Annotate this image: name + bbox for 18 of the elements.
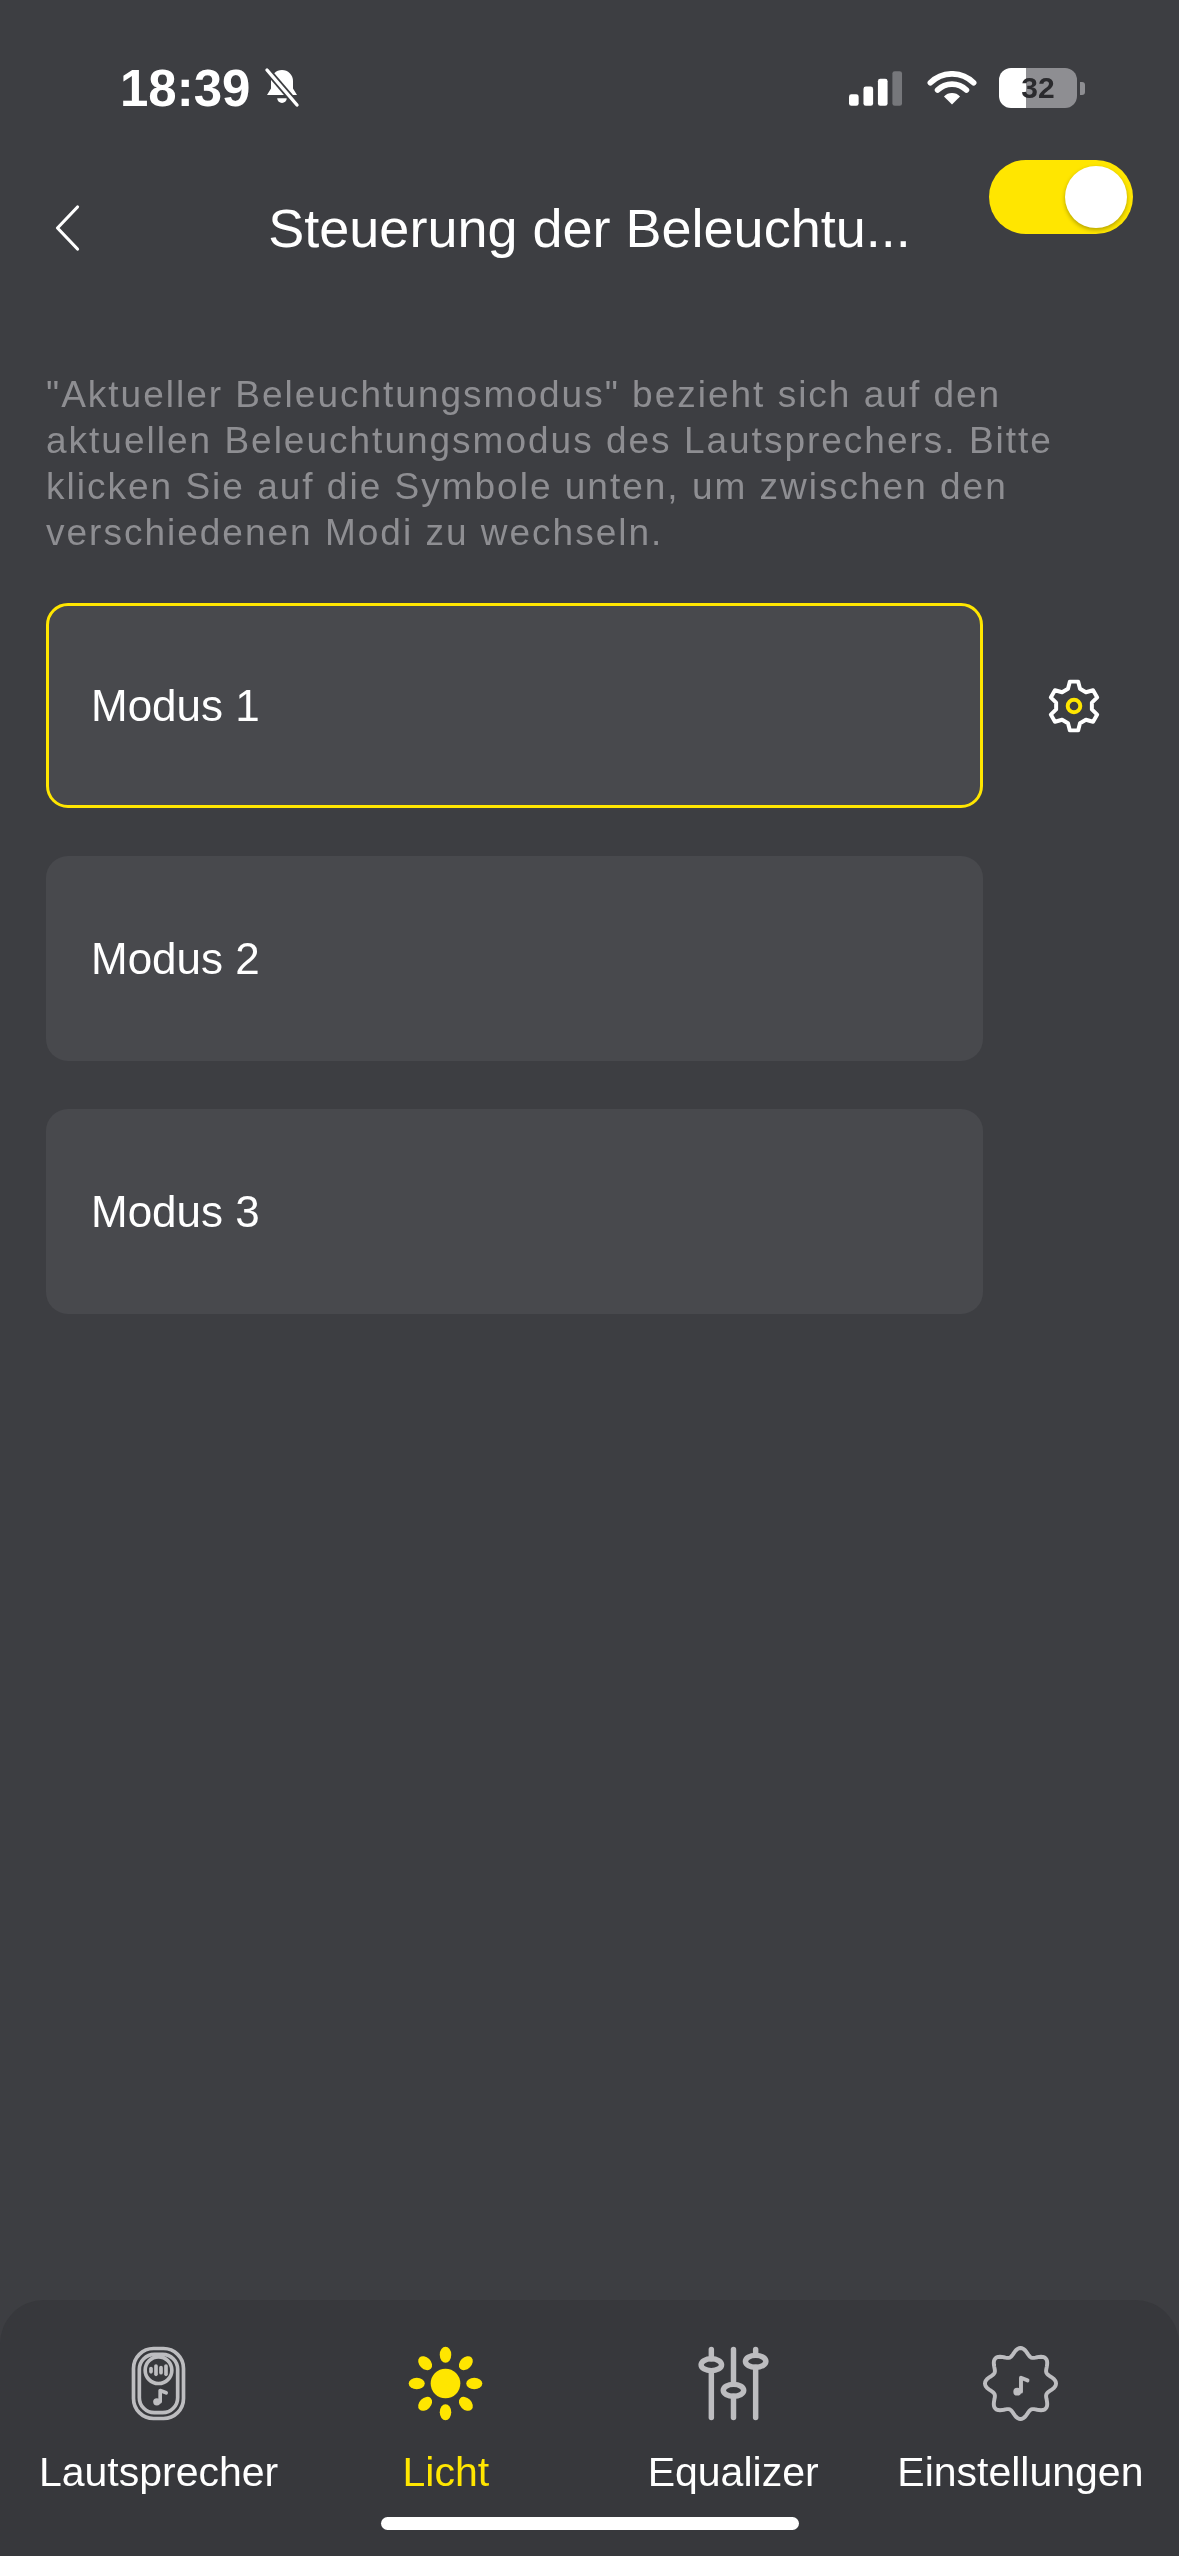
mode-card[interactable]: Modus 1 xyxy=(46,603,983,808)
bell-slash-icon xyxy=(264,67,301,109)
status-time: 18:39 xyxy=(120,58,251,118)
tab-button[interactable]: Lautsprecher xyxy=(15,2346,303,2494)
signal-icon xyxy=(849,70,903,106)
page-title: Steuerung der Beleuchtu... xyxy=(268,197,911,259)
sun-icon xyxy=(408,2346,484,2421)
tab-button[interactable]: Licht xyxy=(302,2346,590,2494)
gear-icon[interactable] xyxy=(1046,677,1102,734)
equalizer-sliders-icon xyxy=(695,2346,771,2421)
wifi-icon xyxy=(927,71,977,105)
music-note-badge-icon xyxy=(982,2346,1058,2421)
back-chevron-icon[interactable] xyxy=(54,204,81,252)
mode-card[interactable]: Modus 2 xyxy=(46,856,983,1061)
tab-button[interactable]: Equalizer xyxy=(589,2346,877,2494)
tab-button[interactable]: Einstellungen xyxy=(876,2346,1164,2494)
description-text: "Aktueller Beleuchtungsmodus" bezieht sich auf den aktuellen Beleuchtungsmodus des Lautsprechers. Bitte klicken Sie auf die Symbole unten, um zwischen den verschiedenen Modi zu wechseln. xyxy=(46,373,1054,555)
mode-card[interactable]: Modus 3 xyxy=(46,1109,983,1314)
